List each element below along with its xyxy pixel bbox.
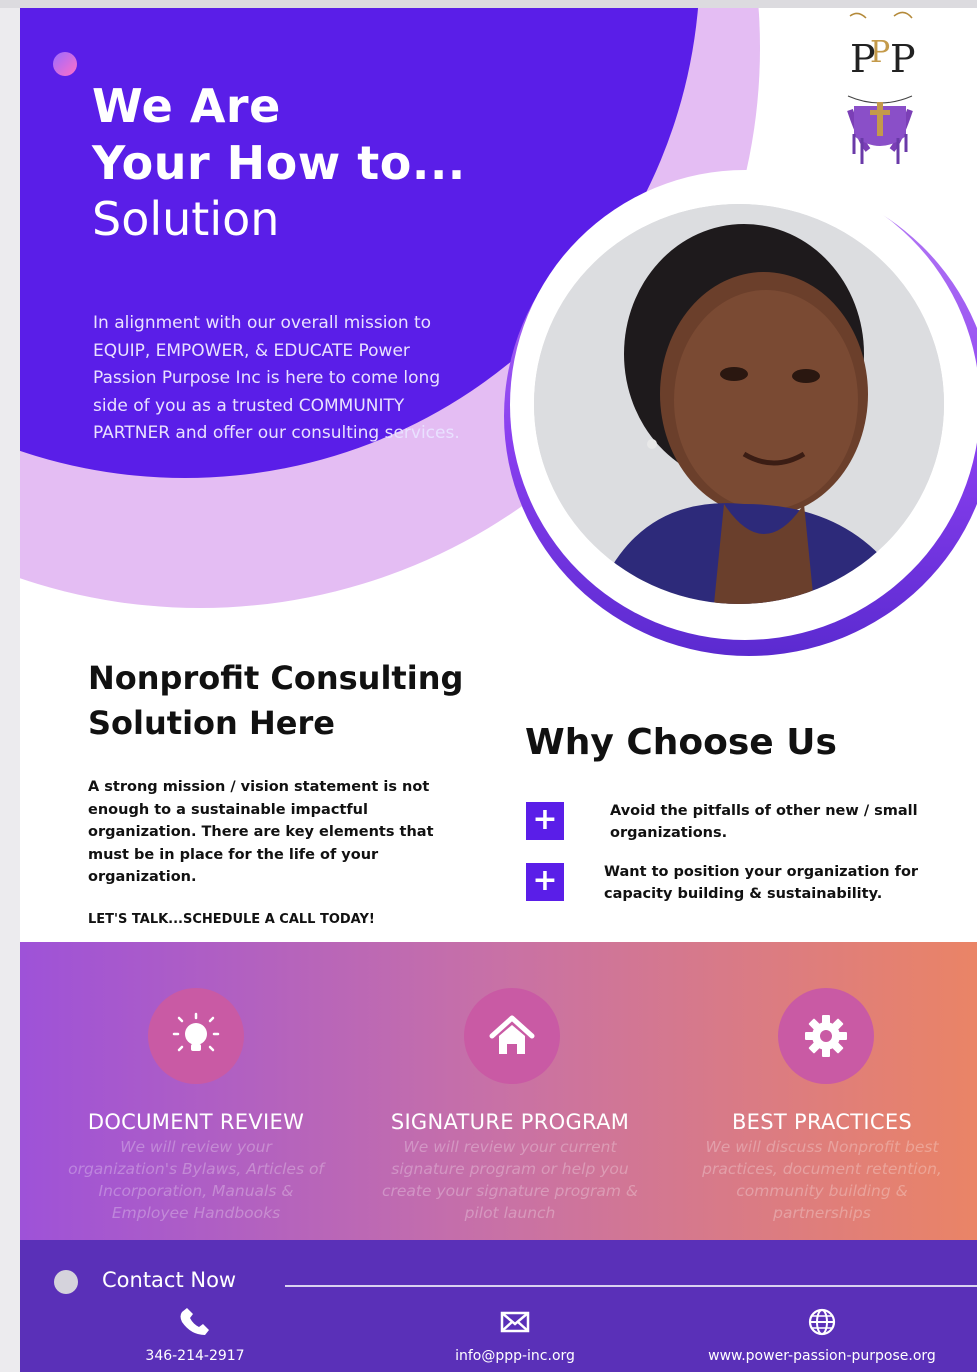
website-url[interactable]: www.power-passion-purpose.org (682, 1348, 962, 1364)
hero-title: We Are Your How to... Solution (92, 78, 466, 248)
lightbulb-icon (172, 1012, 220, 1052)
svg-text:P: P (870, 35, 890, 70)
service-description: We will discuss Nonprofit best practices… (702, 1138, 942, 1222)
contact-title: Contact Now (102, 1268, 237, 1292)
home-icon (489, 1015, 535, 1054)
why-item-text: Avoid the pitfalls of other new / small … (610, 803, 918, 841)
service-description: We will review your current signature pr… (381, 1138, 639, 1222)
service-title: BEST PRACTICES (731, 1110, 913, 1134)
globe-icon (808, 1308, 836, 1336)
decorative-dot (53, 52, 77, 76)
service-title: SIGNATURE PROGRAM (390, 1110, 630, 1134)
service-description: We will review your organization's Bylaw… (68, 1138, 324, 1222)
consulting-title: Nonprofit Consulting Solution Here (88, 659, 464, 742)
hero-title-line-2: Your How to... (92, 135, 466, 190)
service-document-review: DOCUMENT REVIEW We will review your orga… (46, 942, 346, 1240)
flyer-page: We Are Your How to... Solution In alignm… (20, 8, 977, 1372)
phone-icon (180, 1308, 209, 1335)
gear-icon (805, 1015, 847, 1057)
hero-description: In alignment with our overall mission to… (93, 313, 460, 443)
why-item: + Avoid the pitfalls of other new / smal… (526, 802, 946, 844)
call-to-action[interactable]: LET'S TALK...SCHEDULE A CALL TODAY! (88, 912, 375, 927)
service-icon-circle (464, 988, 560, 1084)
decorative-dot (54, 1270, 78, 1294)
why-choose-us-title: Why Choose Us (525, 722, 837, 763)
svg-text:P: P (890, 37, 916, 81)
contact-section: Contact Now 346-214-2917 info@ppp-inc.or… (20, 1240, 977, 1372)
contact-phone[interactable]: 346-214-2917 (130, 1306, 260, 1364)
contact-email[interactable]: info@ppp-inc.org (430, 1306, 600, 1364)
plus-icon: + (526, 802, 564, 840)
services-section: DOCUMENT REVIEW We will review your orga… (20, 942, 977, 1240)
person-photo-icon (534, 204, 944, 604)
why-item: + Want to position your organization for… (526, 863, 946, 905)
hero-title-line-3: Solution (92, 192, 280, 247)
service-title: DOCUMENT REVIEW (87, 1110, 305, 1134)
portrait-photo (534, 204, 944, 604)
service-icon-circle (148, 988, 244, 1084)
service-icon-circle (778, 988, 874, 1084)
ppp-logo: P P P (847, 11, 916, 164)
service-signature-program: SIGNATURE PROGRAM We will review your cu… (360, 942, 660, 1240)
why-item-text: Want to position your organization for c… (604, 864, 919, 902)
email-icon (500, 1311, 530, 1333)
contact-website[interactable]: www.power-passion-purpose.org (682, 1306, 962, 1364)
divider (285, 1285, 977, 1287)
plus-icon: + (526, 863, 564, 901)
viewer-top-bar (0, 0, 977, 8)
service-best-practices: BEST PRACTICES We will discuss Nonprofit… (672, 942, 972, 1240)
email-address[interactable]: info@ppp-inc.org (430, 1348, 600, 1364)
phone-number[interactable]: 346-214-2917 (130, 1348, 260, 1364)
hero-title-line-1: We Are (92, 79, 281, 133)
consulting-description: A strong mission / vision statement is n… (88, 779, 434, 885)
